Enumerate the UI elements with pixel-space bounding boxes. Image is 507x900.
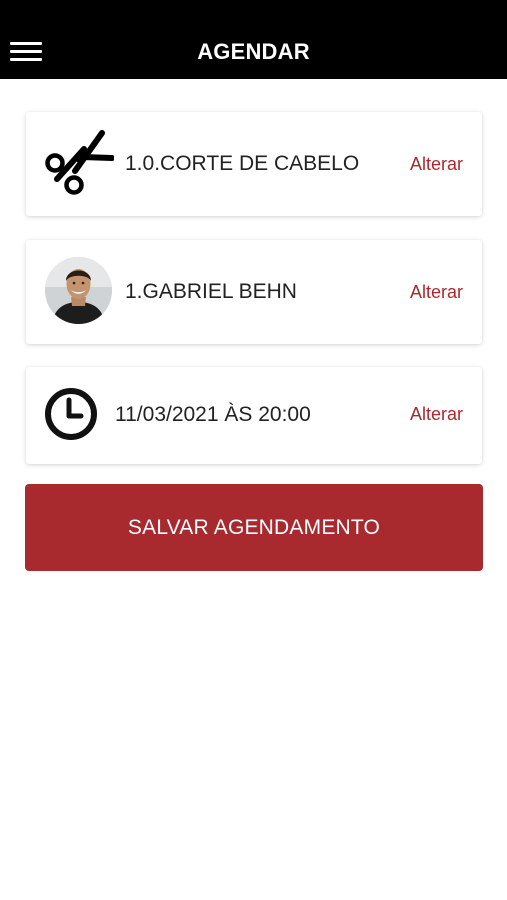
change-datetime-link[interactable]: Alterar xyxy=(410,404,463,425)
clock-icon xyxy=(45,388,97,440)
datetime-card: 11/03/2021 ÀS 20:00 Alterar xyxy=(26,367,482,464)
scissors-icon xyxy=(45,130,114,195)
barber-label: 1.GABRIEL BEHN xyxy=(125,280,297,303)
service-card: 1.0.CORTE DE CABELO Alterar xyxy=(26,112,482,216)
scheduling-screen: AGENDAR 1.0.CORTE DE CABELO Alterar 1.GA… xyxy=(0,0,507,900)
change-barber-link[interactable]: Alterar xyxy=(410,282,463,303)
barber-card: 1.GABRIEL BEHN Alterar xyxy=(26,240,482,344)
change-service-link[interactable]: Alterar xyxy=(410,154,463,175)
barber-avatar xyxy=(45,257,112,324)
save-appointment-button[interactable]: SALVAR AGENDAMENTO xyxy=(25,484,483,571)
top-app-bar: AGENDAR xyxy=(0,0,507,79)
service-label: 1.0.CORTE DE CABELO xyxy=(125,152,360,175)
page-title: AGENDAR xyxy=(197,39,310,64)
datetime-label: 11/03/2021 ÀS 20:00 xyxy=(115,403,311,426)
